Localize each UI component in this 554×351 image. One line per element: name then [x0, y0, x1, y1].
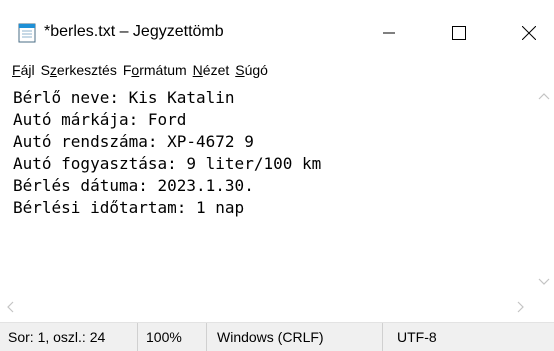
- text-line[interactable]: Autó fogyasztása: 9 liter/100 km: [13, 153, 321, 174]
- horizontal-scrollbar[interactable]: [0, 296, 554, 316]
- notepad-window: *berles.txt – Jegyzettömb Fájl Szerkeszt…: [0, 0, 554, 351]
- title-bar[interactable]: *berles.txt – Jegyzettömb: [0, 0, 554, 57]
- window-title: *berles.txt – Jegyzettömb: [44, 23, 224, 40]
- menu-bar: Fájl Szerkesztés Formátum Nézet Súgó: [0, 57, 554, 83]
- text-line[interactable]: Bérlés dátuma: 2023.1.30.: [13, 175, 254, 196]
- status-line-endings: Windows (CRLF): [217, 329, 324, 345]
- menu-edit[interactable]: Szerkesztés: [41, 62, 117, 78]
- status-bar: Sor: 1, oszl.: 24 100% Windows (CRLF) UT…: [0, 322, 554, 351]
- scroll-right-icon[interactable]: [517, 301, 525, 313]
- menu-help[interactable]: Súgó: [235, 62, 268, 78]
- minimize-button[interactable]: [366, 14, 412, 52]
- scroll-up-icon[interactable]: [538, 92, 550, 100]
- status-zoom: 100%: [146, 329, 182, 345]
- notepad-icon[interactable]: [17, 23, 37, 43]
- close-button[interactable]: [506, 14, 552, 52]
- maximize-button[interactable]: [436, 14, 482, 52]
- close-icon: [522, 26, 536, 40]
- scroll-down-icon[interactable]: [538, 278, 550, 286]
- status-encoding: UTF-8: [397, 329, 437, 345]
- status-cursor-position: Sor: 1, oszl.: 24: [8, 329, 106, 345]
- text-line[interactable]: Autó márkája: Ford: [13, 109, 186, 130]
- scroll-left-icon[interactable]: [6, 301, 14, 313]
- text-line[interactable]: Bérlő neve: Kis Katalin: [13, 87, 235, 108]
- maximize-icon: [452, 26, 466, 40]
- minimize-icon: [383, 32, 395, 34]
- vertical-scrollbar[interactable]: [534, 84, 554, 296]
- status-divider: [382, 323, 383, 351]
- menu-view[interactable]: Nézet: [193, 62, 230, 78]
- text-line[interactable]: Bérlési időtartam: 1 nap: [13, 197, 244, 218]
- menu-file[interactable]: Fájl: [12, 62, 35, 78]
- text-editor[interactable]: Bérlő neve: Kis Katalin Autó márkája: Fo…: [0, 84, 534, 296]
- menu-format[interactable]: Formátum: [123, 62, 187, 78]
- text-line[interactable]: Autó rendszáma: XP-4672 9: [13, 131, 254, 152]
